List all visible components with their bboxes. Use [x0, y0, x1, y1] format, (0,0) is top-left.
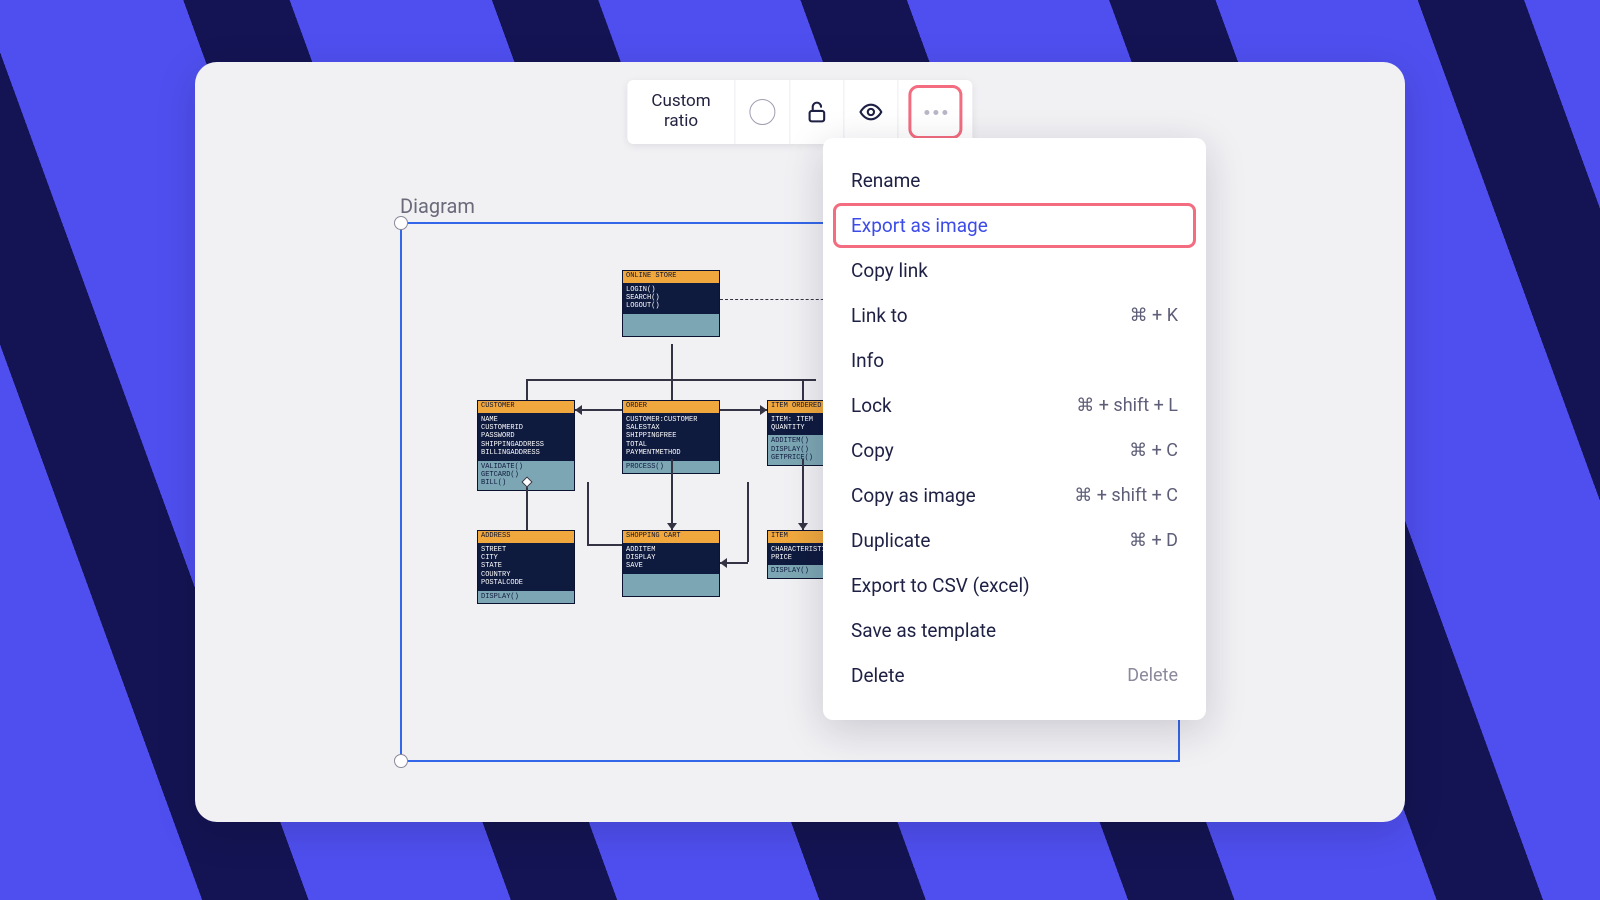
menu-item-info[interactable]: Info: [833, 338, 1196, 383]
connector: [587, 544, 622, 546]
menu-item-lock[interactable]: Lock ⌘ + shift + L: [833, 383, 1196, 428]
circle-icon: [750, 99, 776, 125]
connector: [671, 344, 673, 379]
dots-horizontal-icon: [924, 110, 947, 115]
lock-button[interactable]: [791, 80, 845, 144]
uml-box-address[interactable]: ADDRESS STREET CITY STATE COUNTRY POSTAL…: [477, 530, 575, 604]
menu-item-copy-as-image[interactable]: Copy as image ⌘ + shift + C: [833, 473, 1196, 518]
arrow-right-icon: [760, 405, 767, 415]
arrow-left-icon: [575, 405, 582, 415]
connector: [526, 379, 528, 400]
connector: [575, 409, 622, 411]
resize-handle-top-left[interactable]: [394, 216, 408, 230]
menu-item-save-template[interactable]: Save as template: [833, 608, 1196, 653]
menu-item-copy[interactable]: Copy ⌘ + C: [833, 428, 1196, 473]
app-window: Custom ratio Diag: [195, 62, 1405, 822]
menu-item-export-as-image[interactable]: Export as image: [833, 203, 1196, 248]
eye-icon: [859, 98, 884, 126]
visibility-button[interactable]: [845, 80, 899, 144]
context-menu: Rename Export as image Copy link Link to…: [823, 138, 1206, 720]
menu-item-duplicate[interactable]: Duplicate ⌘ + D: [833, 518, 1196, 563]
connector: [747, 482, 749, 562]
menu-item-copy-link[interactable]: Copy link: [833, 248, 1196, 293]
uml-box-cart[interactable]: SHOPPING CART ADDITEM DISPLAY SAVE: [622, 530, 720, 597]
uml-box-store[interactable]: ONLINE STORE LOGIN() SEARCH() LOGOUT(): [622, 270, 720, 337]
diagram-title: Diagram: [400, 194, 475, 218]
connector: [671, 459, 673, 530]
arrow-left-icon: [720, 558, 727, 568]
menu-item-export-csv[interactable]: Export to CSV (excel): [833, 563, 1196, 608]
menu-item-rename[interactable]: Rename: [833, 158, 1196, 203]
connector: [587, 482, 589, 544]
color-swatch-button[interactable]: [736, 80, 791, 144]
arrow-down-icon: [798, 523, 808, 530]
custom-ratio-label-1: Custom: [651, 92, 710, 112]
connector: [671, 379, 673, 400]
connector: [802, 459, 804, 530]
more-options-button[interactable]: [899, 80, 973, 144]
unlock-icon: [805, 99, 830, 125]
connector: [526, 482, 528, 530]
menu-item-delete[interactable]: Delete Delete: [833, 653, 1196, 698]
resize-handle-bottom-left[interactable]: [394, 754, 408, 768]
top-toolbar: Custom ratio: [627, 80, 972, 144]
custom-ratio-label-2: ratio: [651, 112, 710, 132]
menu-item-link-to[interactable]: Link to ⌘ + K: [833, 293, 1196, 338]
arrow-down-icon: [667, 523, 677, 530]
connector: [802, 379, 804, 400]
custom-ratio-button[interactable]: Custom ratio: [627, 80, 735, 144]
